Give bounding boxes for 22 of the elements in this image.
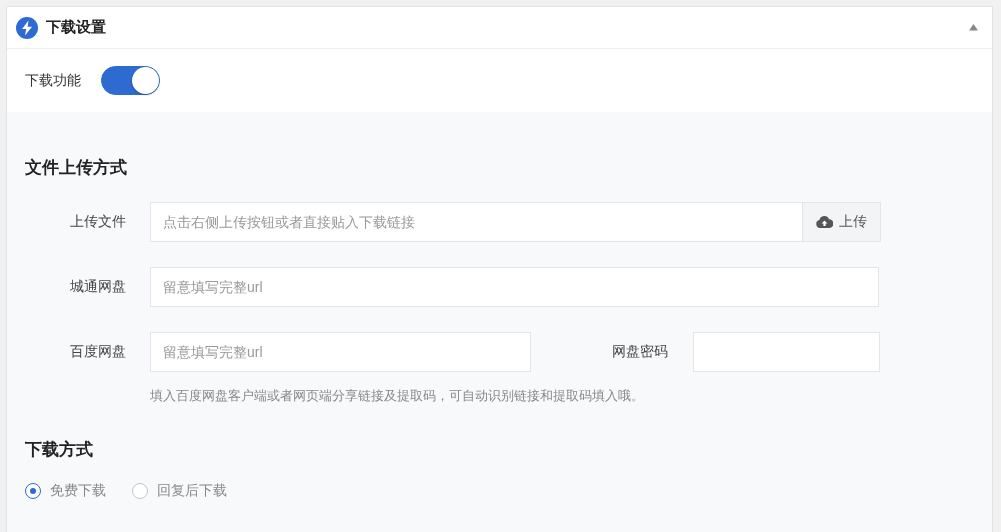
radio-button[interactable] <box>132 483 148 499</box>
lightning-icon <box>16 16 38 39</box>
upload-button[interactable]: 上传 <box>802 203 880 241</box>
section-title: 下载方式 <box>25 439 94 461</box>
radio-label[interactable]: 免费下载 <box>50 482 106 500</box>
collapse-icon[interactable] <box>969 24 978 31</box>
url-field[interactable]: 留意填写完整url <box>150 332 531 372</box>
help-text: 填入百度网盘客户端或者网页端分享链接及提取码，可自动识别链接和提取码填入哦。 <box>150 387 645 405</box>
toggle-switch[interactable] <box>101 66 160 95</box>
section-title: 文件上传方式 <box>25 157 128 179</box>
password-field[interactable] <box>693 332 880 372</box>
panel-title: 下载设置 <box>46 18 107 37</box>
field-label: 百度网盘 <box>69 343 126 361</box>
url-field[interactable]: 留意填写完整url <box>150 267 879 307</box>
toggle-label: 下载功能 <box>25 71 81 90</box>
field-label: 城通网盘 <box>69 278 126 296</box>
cloud-upload-icon <box>816 215 833 229</box>
upload-field[interactable]: 点击右侧上传按钮或者直接贴入下载链接 上传 <box>150 202 881 242</box>
field-label: 上传文件 <box>69 213 126 231</box>
radio-label[interactable]: 回复后下载 <box>157 482 227 500</box>
field-label: 网盘密码 <box>611 343 668 361</box>
radio-button[interactable] <box>25 483 41 499</box>
